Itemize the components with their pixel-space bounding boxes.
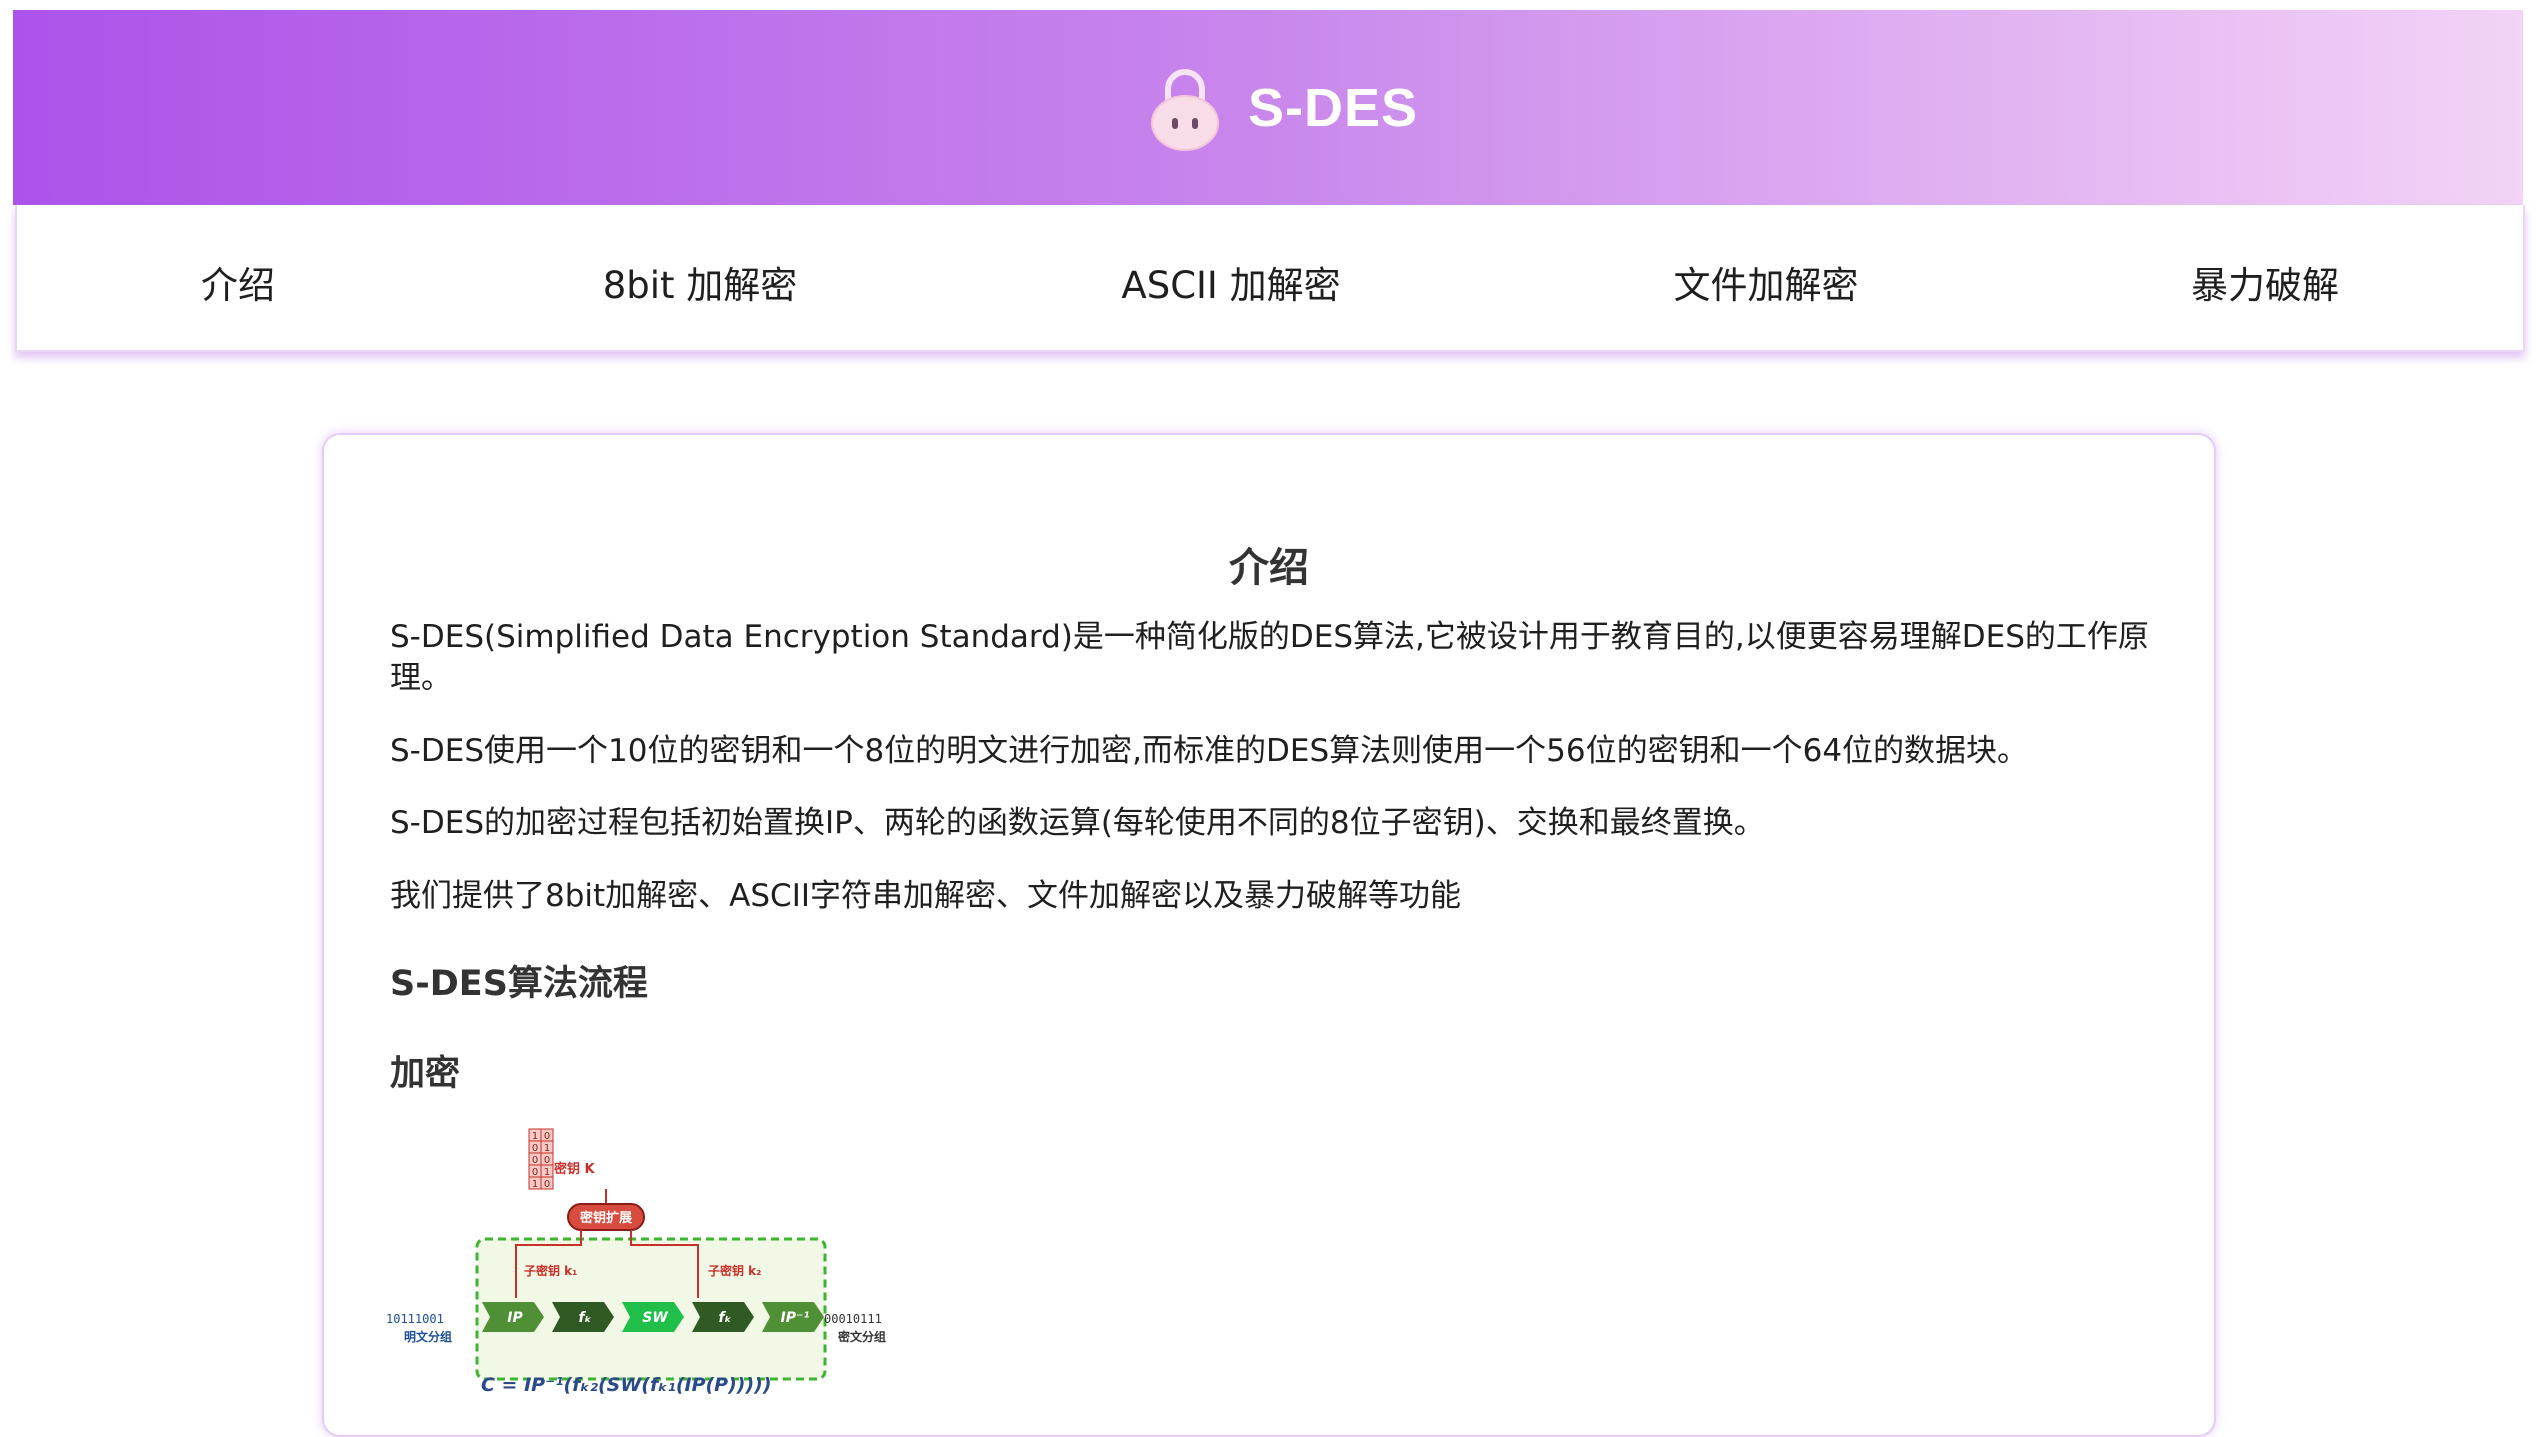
key-bit: 1 xyxy=(544,1167,550,1178)
plaintext-bits: 10111001 xyxy=(386,1312,444,1326)
key-bit: 1 xyxy=(544,1143,550,1154)
flow-block-label: IP⁻¹ xyxy=(781,1310,810,1326)
flow-block-label: SW xyxy=(642,1310,668,1326)
ciphertext-label: 密文分组 xyxy=(838,1329,886,1344)
encryption-flow-diagram: 1 00 10 00 11 0 密钥 K 密钥扩展 子密钥 k₁ 子密钥 k₂ 10111… xyxy=(386,1128,886,1395)
flow-blocks: IP fₖ SW fₖ IP⁻¹ xyxy=(482,1302,824,1332)
encrypt-heading: 加密 xyxy=(390,1054,461,1094)
intro-paragraph: 我们提供了8bit加解密、ASCII字符串加解密、文件加解密以及暴力破解等功能 xyxy=(390,878,1461,914)
flow-heading: S-DES算法流程 xyxy=(390,964,648,1004)
brand[interactable]: S-DES xyxy=(1148,65,1418,151)
app-title: S-DES xyxy=(1247,77,1419,138)
nav-item-file[interactable]: 文件加解密 xyxy=(1674,255,1859,309)
key-bit: 0 xyxy=(532,1143,538,1154)
flow-block-label: fₖ xyxy=(579,1310,592,1326)
key-bit: 1 xyxy=(532,1131,538,1142)
key-bit: 0 xyxy=(532,1167,538,1178)
key-bit: 0 xyxy=(544,1155,550,1166)
key-label: 密钥 K xyxy=(553,1161,596,1177)
key-bit: 0 xyxy=(532,1155,538,1166)
app-header: S-DES xyxy=(13,10,2523,205)
nav-item-intro[interactable]: 介绍 xyxy=(201,255,275,309)
intro-paragraph: S-DES(Simplified Data Encryption Standar… xyxy=(390,619,2149,696)
key-bit: 0 xyxy=(544,1131,550,1142)
intro-card: 介绍 S-DES(Simplified Data Encryption Stan… xyxy=(322,433,2216,1437)
subkey1-label: 子密钥 k₁ xyxy=(524,1263,577,1278)
top-nav: 介绍 8bit 加解密 ASCII 加解密 文件加解密 暴力破解 xyxy=(15,205,2525,352)
ciphertext-bits: 00010111 xyxy=(824,1312,882,1326)
flow-block-label: fₖ xyxy=(719,1310,732,1326)
key-bits: 1 00 10 00 11 0 xyxy=(528,1128,554,1190)
formula: C = IP⁻¹(fₖ₂(SW(fₖ₁(IP(P))))) xyxy=(481,1374,772,1395)
nav-item-bruteforce[interactable]: 暴力破解 xyxy=(2191,255,2339,309)
key-bit: 1 xyxy=(532,1179,538,1190)
intro-paragraph: S-DES使用一个10位的密钥和一个8位的明文进行加密,而标准的DES算法则使用… xyxy=(390,733,2029,769)
intro-paragraph: S-DES的加密过程包括初始置换IP、两轮的函数运算(每轮使用不同的8位子密钥)… xyxy=(390,805,1765,841)
flow-block-label: IP xyxy=(507,1310,523,1326)
key-bit: 0 xyxy=(544,1179,550,1190)
plaintext-label: 明文分组 xyxy=(404,1329,452,1344)
nav-item-8bit[interactable]: 8bit 加解密 xyxy=(603,255,798,309)
key-expand-label: 密钥扩展 xyxy=(579,1210,633,1226)
lock-face-icon xyxy=(1150,68,1219,151)
nav-item-ascii[interactable]: ASCII 加解密 xyxy=(1121,255,1340,309)
intro-title: 介绍 xyxy=(1229,545,1309,591)
subkey2-label: 子密钥 k₂ xyxy=(708,1263,761,1278)
